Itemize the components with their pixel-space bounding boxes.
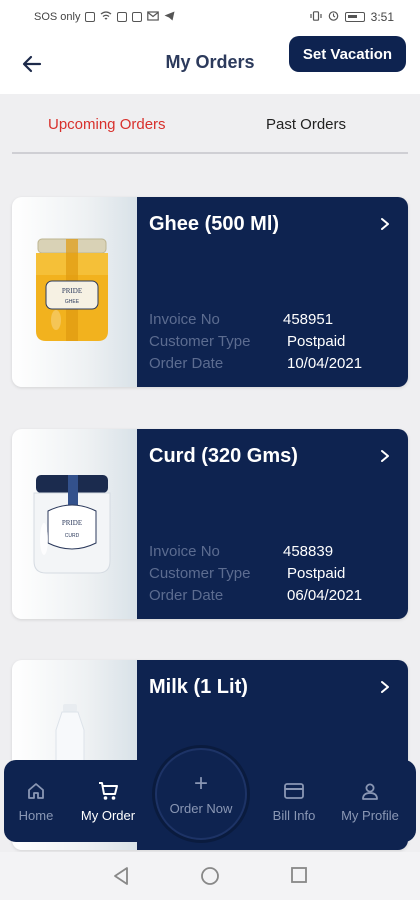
chevron-right-icon[interactable] bbox=[378, 449, 392, 463]
sim-icon bbox=[85, 12, 96, 22]
order-date-row: Order Date 10/04/2021 bbox=[149, 355, 399, 372]
invoice-label: Invoice No bbox=[149, 311, 220, 328]
recents-square-icon[interactable] bbox=[290, 866, 308, 884]
order-date-label: Order Date bbox=[149, 587, 224, 604]
order-tabs: Upcoming Orders Past Orders bbox=[0, 94, 420, 156]
plus-icon: + bbox=[193, 769, 208, 797]
order-date-label: Order Date bbox=[149, 355, 224, 372]
tab-upcoming-orders[interactable]: Upcoming Orders bbox=[48, 116, 166, 133]
nav-my-order[interactable]: My Order bbox=[72, 780, 144, 823]
product-image-ghee: PRIDE GHEE bbox=[12, 197, 137, 387]
nav-my-order-label: My Order bbox=[80, 808, 136, 823]
customer-type-label: Customer Type bbox=[149, 565, 251, 582]
wifi-icon bbox=[100, 10, 112, 24]
set-vacation-button[interactable]: Set Vacation bbox=[289, 36, 406, 72]
arrow-left-icon bbox=[22, 55, 42, 73]
alarm-icon bbox=[328, 10, 339, 24]
credit-card-icon bbox=[284, 783, 304, 799]
battery-icon bbox=[344, 12, 365, 22]
user-icon bbox=[362, 783, 378, 800]
nav-home[interactable]: Home bbox=[0, 780, 72, 823]
order-date-value: 10/04/2021 bbox=[287, 355, 363, 372]
customer-type-value: Postpaid bbox=[287, 565, 346, 582]
vibrate-icon bbox=[310, 10, 322, 24]
order-card[interactable]: PRIDE GHEE Ghee (500 Ml) Invoice No 4589… bbox=[12, 197, 408, 387]
invoice-row: Invoice No 458951 bbox=[149, 311, 399, 328]
mail-icon bbox=[147, 10, 160, 24]
curd-jar-image: PRIDE CURD bbox=[33, 475, 111, 574]
nav-my-profile[interactable]: My Profile bbox=[334, 780, 406, 823]
invoice-label: Invoice No bbox=[149, 543, 220, 560]
app-header: My Orders Set Vacation bbox=[0, 34, 420, 94]
order-date-row: Order Date 06/04/2021 bbox=[149, 587, 399, 604]
invoice-value: 458951 bbox=[283, 311, 334, 328]
clock-time: 3:51 bbox=[370, 10, 394, 24]
nav-bill-info[interactable]: Bill Info bbox=[258, 780, 330, 823]
home-circle-icon[interactable] bbox=[200, 866, 220, 886]
tab-divider bbox=[12, 152, 408, 154]
product-image-curd: PRIDE CURD bbox=[12, 429, 137, 619]
back-triangle-icon[interactable] bbox=[112, 866, 130, 886]
app-notification-icon bbox=[132, 12, 143, 22]
customer-type-row: Customer Type Postpaid bbox=[149, 333, 399, 350]
svg-text:PRIDE: PRIDE bbox=[62, 519, 82, 527]
back-button[interactable] bbox=[16, 48, 48, 80]
nav-my-profile-label: My Profile bbox=[341, 808, 399, 823]
tab-past-orders[interactable]: Past Orders bbox=[266, 116, 346, 133]
nav-home-label: Home bbox=[18, 808, 54, 823]
notification-icon bbox=[117, 12, 128, 22]
product-name: Ghee (500 Ml) bbox=[149, 213, 280, 235]
nav-bill-info-label: Bill Info bbox=[272, 808, 316, 823]
home-icon bbox=[28, 783, 44, 799]
invoice-value: 458839 bbox=[283, 543, 334, 560]
product-name: Curd (320 Gms) bbox=[149, 445, 298, 467]
cart-icon bbox=[99, 782, 118, 800]
order-now-label: Order Now bbox=[169, 800, 233, 816]
system-navigation-bar bbox=[0, 852, 420, 900]
customer-type-label: Customer Type bbox=[149, 333, 251, 350]
order-now-button[interactable]: + Order Now bbox=[155, 748, 247, 840]
customer-type-value: Postpaid bbox=[287, 333, 346, 350]
product-name: Milk (1 Lit) bbox=[149, 676, 248, 698]
svg-text:CURD: CURD bbox=[65, 533, 80, 539]
customer-type-row: Customer Type Postpaid bbox=[149, 565, 399, 582]
svg-text:GHEE: GHEE bbox=[65, 299, 80, 305]
status-bar: SOS only 3:51 bbox=[0, 0, 420, 34]
svg-text:PRIDE: PRIDE bbox=[62, 287, 82, 295]
order-date-value: 06/04/2021 bbox=[287, 587, 363, 604]
ghee-jar-image: PRIDE GHEE bbox=[36, 238, 108, 341]
chevron-right-icon[interactable] bbox=[378, 680, 392, 694]
order-card[interactable]: PRIDE CURD Curd (320 Gms) Invoice No 458… bbox=[12, 429, 408, 619]
chevron-right-icon[interactable] bbox=[378, 217, 392, 231]
invoice-row: Invoice No 458839 bbox=[149, 543, 399, 560]
telegram-icon bbox=[164, 11, 175, 24]
carrier-text: SOS only bbox=[34, 11, 81, 23]
